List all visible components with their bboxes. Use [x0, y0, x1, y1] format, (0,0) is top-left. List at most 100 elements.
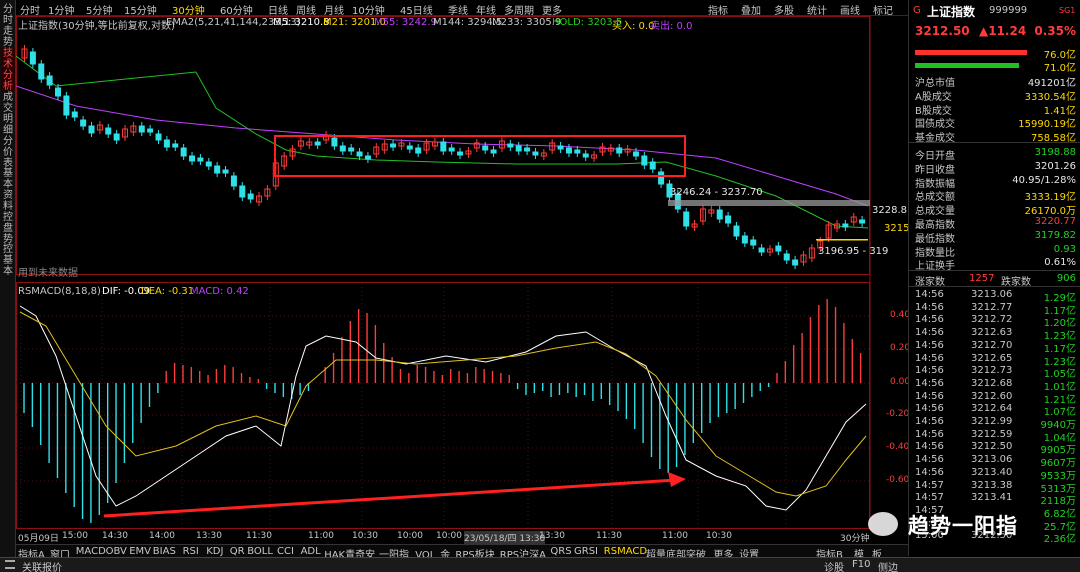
toolbar-item-4[interactable]: 画线 [840, 2, 860, 17]
left-tab-1[interactable]: 技术分析 [1, 48, 15, 92]
period-tab-4[interactable]: 30分钟 [172, 2, 205, 17]
toolbar-item-2[interactable]: 多股 [774, 2, 794, 17]
tick-row[interactable]: 14:56 3212.63 1.23亿 [915, 327, 1076, 342]
tick-row[interactable]: 14:56 3213.40 9533万 [915, 467, 1076, 482]
tick-row[interactable]: 14:56 3212.50 9905万 [915, 441, 1076, 456]
time-axis-tick: 14:00 [149, 531, 175, 541]
toolbar-item-1[interactable]: 叠加 [741, 2, 761, 17]
tick-row[interactable]: 14:56 3212.65 1.23亿 [915, 353, 1076, 368]
time-axis-tick: 11:00 [662, 531, 688, 541]
indicator-tab-2[interactable]: MACD [76, 546, 106, 557]
stat-row: 基金成交 758.58亿 [915, 129, 1076, 144]
period-tab-9[interactable]: 10分钟 [352, 2, 385, 17]
status-right-3[interactable]: 侧边 [878, 559, 898, 572]
stat-row: 昨日收盘 3201.26 [915, 161, 1076, 176]
indicator-tab-3[interactable]: OBV [106, 546, 127, 557]
period-tab-10[interactable]: 45日线 [400, 2, 433, 17]
period-tab-1[interactable]: 1分钟 [48, 2, 74, 17]
m5-value: M5: 3210.8 [273, 17, 330, 28]
left-tab-0[interactable]: 分时走势 [1, 4, 15, 48]
stat-value: 15990.19亿 [1018, 119, 1076, 131]
indicator-tab-7[interactable]: KDJ [206, 546, 223, 557]
candle-body [147, 128, 154, 133]
tick-row[interactable]: 14:56 3213.06 9607万 [915, 454, 1076, 469]
toolbar-item-5[interactable]: 标记 [873, 2, 893, 17]
status-right-2[interactable]: F10 [852, 559, 870, 570]
indicator-tab-11[interactable]: ADL [301, 546, 321, 557]
period-tab-13[interactable]: 多周期 [504, 2, 534, 17]
stat-value: 491201亿 [1027, 78, 1076, 89]
time-axis-tick: 10:30 [352, 531, 378, 541]
candle-body [205, 161, 212, 167]
sell-value: 卖出: 0.0 [650, 21, 693, 32]
tick-row[interactable]: 14:56 3212.59 1.04亿 [915, 429, 1076, 444]
range-lower-label: 3196.95 - 319 [818, 246, 889, 257]
menu-icon[interactable] [5, 560, 15, 569]
indicator-tab-10[interactable]: CCI [277, 546, 294, 557]
period-tab-5[interactable]: 60分钟 [220, 2, 253, 17]
period-tab-7[interactable]: 周线 [296, 2, 316, 17]
indicator-tab-9[interactable]: BOLL [247, 546, 273, 557]
tick-row[interactable]: 14:57 3213.38 5313万 [915, 480, 1076, 495]
indicator-tab-18[interactable]: GRSI [574, 546, 598, 557]
left-tab-3[interactable]: 分价表 [1, 136, 15, 169]
left-tab-5[interactable]: 控盘势 [1, 212, 15, 245]
indicator-tab-19[interactable]: RSMACD [604, 546, 647, 557]
indicator-tab-17[interactable]: QRS [550, 546, 571, 557]
candle-body [46, 75, 53, 86]
left-tab-6[interactable]: 控基本 [1, 244, 15, 277]
tick-row[interactable]: 14:56 3212.60 1.21亿 [915, 391, 1076, 406]
time-axis-tick: 13:30 [539, 531, 565, 541]
status-bar: 关联报价 诊股 F10 侧边 [0, 557, 1080, 572]
candle-body [632, 151, 639, 157]
indicator-tab-6[interactable]: RSI [183, 546, 199, 557]
tick-row[interactable]: 14:56 3212.64 1.07亿 [915, 403, 1076, 418]
buy-value: 买入: 0.0 [612, 21, 655, 32]
period-tab-2[interactable]: 5分钟 [86, 2, 112, 17]
tick-row[interactable]: 14:56 3212.68 1.01亿 [915, 378, 1076, 393]
tick-time: 14:56 [915, 327, 944, 339]
tick-row[interactable]: 14:56 3212.99 9940万 [915, 416, 1076, 431]
status-left-label[interactable]: 关联报价 [22, 559, 62, 572]
tick-time: 14:56 [915, 416, 944, 427]
stat-label: 总成交量 [915, 206, 955, 218]
tick-row[interactable]: 14:56 3212.70 1.17亿 [915, 339, 1076, 355]
tick-price: 3212.70 [971, 339, 1013, 351]
flow-bar-2-value: 71.0亿 [1043, 63, 1076, 74]
time-axis-tick: 10:00 [397, 531, 423, 541]
tick-row[interactable]: 14:56 3212.73 1.05亿 [915, 365, 1076, 380]
tick-row[interactable]: 14:56 3212.72 1.20亿 [915, 314, 1076, 329]
period-bar: 分时 1分钟 5分钟 15分钟 30分钟 60分钟 日线 周线 月线 10分钟 45日线 季线 年线 多周… [16, 0, 908, 17]
candle-body [356, 151, 363, 157]
period-tab-0[interactable]: 分时 [20, 2, 40, 17]
status-right-1[interactable]: 诊股 [824, 559, 844, 572]
candle-body [859, 219, 866, 224]
tick-row[interactable]: 14:57 3213.41 2118万 [915, 492, 1076, 507]
wechat-icon [868, 512, 898, 536]
indicator-tab-4[interactable]: EMV [129, 546, 151, 557]
left-tab-2[interactable]: 成交明细 [1, 92, 15, 136]
period-tab-3[interactable]: 15分钟 [124, 2, 157, 17]
candle-body [230, 175, 237, 187]
stat-label: 指数振幅 [915, 178, 955, 190]
period-tab-6[interactable]: 日线 [268, 2, 288, 17]
period-tab-8[interactable]: 月线 [324, 2, 344, 17]
left-tab-4[interactable]: 基本资料 [1, 168, 15, 212]
watermark-text: 趋势一阳指 [908, 514, 1018, 538]
period-tab-12[interactable]: 年线 [476, 2, 496, 17]
toolbar-item-0[interactable]: 指标 [708, 2, 728, 17]
range-upper-label: 3246.24 - 3237.70 [670, 187, 763, 198]
time-axis-tick: 23/05/18/四 13:30 [464, 531, 546, 544]
tick-row[interactable]: 14:56 3213.06 1.29亿 [915, 289, 1076, 304]
candle-body [440, 141, 447, 152]
candle-body [565, 147, 572, 154]
candle-body [683, 211, 690, 227]
price-tag-high: 3228.8 [872, 205, 907, 216]
indicator-tab-5[interactable]: BIAS [153, 546, 176, 557]
period-tab-14[interactable]: 更多 [542, 2, 562, 17]
indicator-tab-8[interactable]: QR [230, 546, 245, 557]
tick-row[interactable]: 14:56 3212.77 1.17亿 [915, 302, 1076, 317]
toolbar-item-3[interactable]: 统计 [807, 2, 827, 17]
candle-body [180, 147, 187, 157]
period-tab-11[interactable]: 季线 [448, 2, 468, 17]
